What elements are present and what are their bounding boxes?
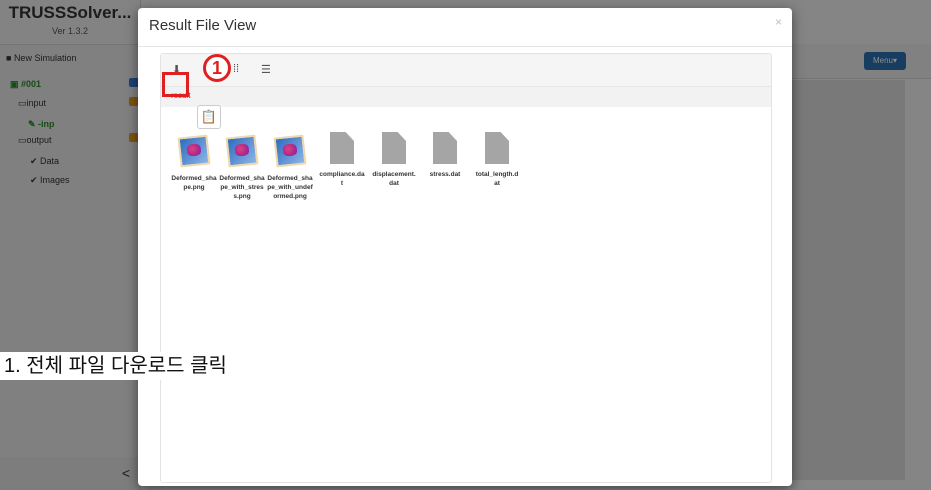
image-file-icon [273,134,307,168]
file-item[interactable]: total_length.dat [474,132,520,188]
list-view-icon[interactable]: ☰ [261,63,271,76]
breadcrumb: result [161,87,771,107]
result-file-modal: Result File View × ⬇ ⬆ ⁞⁞ ☰ result 📋 Def… [138,8,792,486]
file-item[interactable]: compliance.dat [319,132,365,188]
file-name: displacement.dat [372,171,416,187]
modal-title: Result File View [149,17,257,34]
file-item[interactable]: Deformed_shape_with_stress.png [219,132,265,201]
file-item[interactable]: displacement.dat [371,132,417,188]
image-file-icon [177,134,211,168]
file-item[interactable]: Deformed_shape_with_undeformed.png [267,132,313,201]
document-file-icon [382,132,406,164]
image-file-icon [225,134,259,168]
modal-header: Result File View × [138,8,792,47]
file-manager-panel: ⬇ ⬆ ⁞⁞ ☰ result 📋 Deformed_shape.png Def… [160,53,772,483]
close-icon[interactable]: × [775,15,782,29]
clipboard-icon[interactable]: 📋 [197,105,221,129]
file-item[interactable]: Deformed_shape.png [171,132,217,192]
file-name: stress.dat [429,171,461,178]
file-name: Deformed_shape_with_stress.png [219,175,265,200]
file-name: Deformed_shape.png [171,175,217,191]
annotation-step-number: 1 [203,54,231,82]
file-name: total_length.dat [475,171,519,187]
file-name: Deformed_shape_with_undeformed.png [267,175,313,200]
document-file-icon [433,132,457,164]
annotation-caption: 1. 전체 파일 다운로드 클릭 [0,352,231,380]
file-item[interactable]: stress.dat [422,132,468,179]
file-toolbar: ⬇ ⬆ ⁞⁞ ☰ [161,54,771,87]
document-file-icon [330,132,354,164]
file-name: compliance.dat [319,171,365,187]
document-file-icon [485,132,509,164]
annotation-highlight-box [162,72,189,97]
grid-view-icon[interactable]: ⁞⁞ [233,63,239,75]
